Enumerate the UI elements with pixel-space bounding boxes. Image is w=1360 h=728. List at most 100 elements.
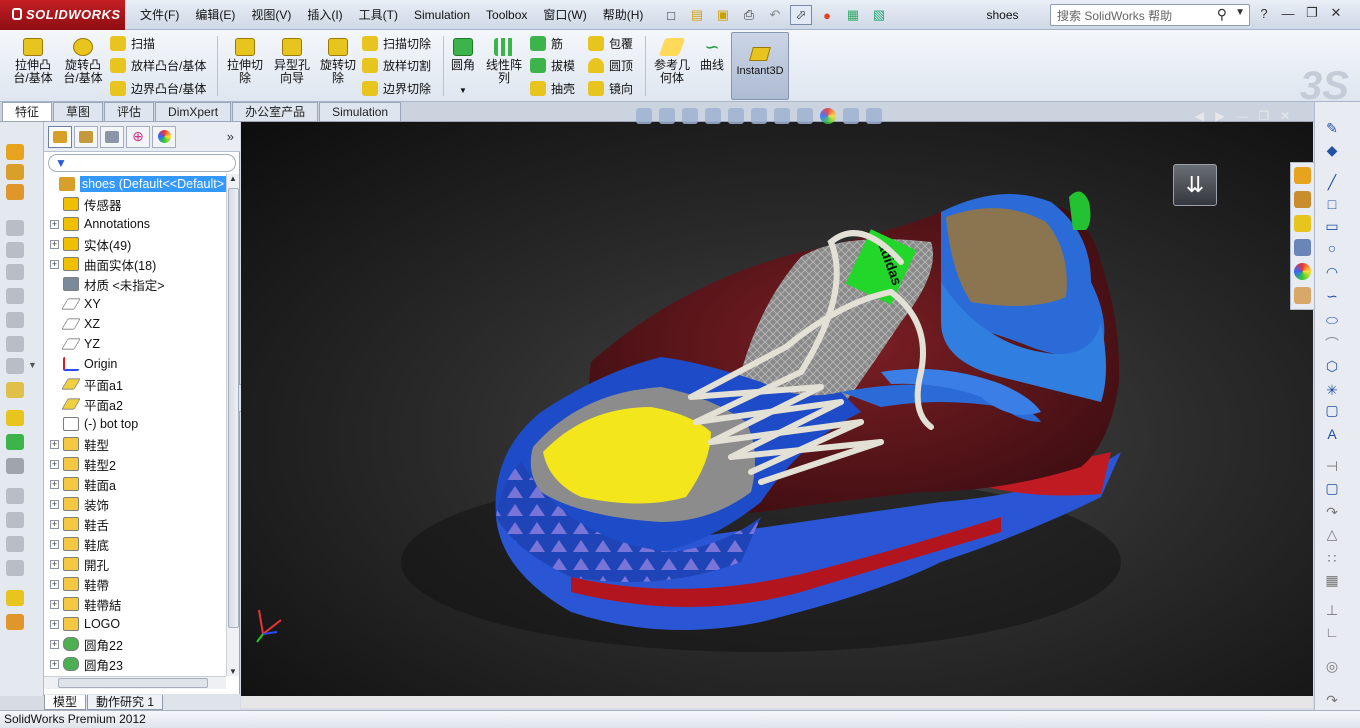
tree-item[interactable]: + 曲面实体(18) (44, 254, 226, 274)
tab-command[interactable]: 办公室产品 (232, 102, 319, 121)
tree-item[interactable]: (-) bot top (44, 414, 226, 434)
fillet-icon[interactable] (6, 288, 24, 304)
search-icon[interactable]: ⚲ (1217, 6, 1227, 23)
undo-icon[interactable]: ↶ (764, 5, 786, 25)
tree-vertical-scrollbar[interactable]: ▲ ▼ (226, 174, 239, 676)
loft-cut-button[interactable]: 放样切割 (362, 55, 431, 75)
tree-item[interactable]: + LOGO (44, 614, 226, 634)
tree-item[interactable]: XY (44, 294, 226, 314)
dome-icon[interactable] (6, 434, 24, 450)
menu-item[interactable]: 窗口(W) (535, 0, 594, 30)
view-palette-icon[interactable] (1294, 239, 1311, 256)
rapid-sketch-icon[interactable]: ↷ (1323, 692, 1341, 709)
viewport-minimize-icon[interactable]: — (1235, 109, 1247, 123)
extrude-boss-button[interactable]: 拉伸凸 台/基体 (8, 34, 58, 85)
tree-item[interactable]: 材质 <未指定> (44, 274, 226, 294)
search-dropdown-icon[interactable]: ▼ (1235, 7, 1245, 18)
select-arrow-icon[interactable]: ⬀ (790, 5, 812, 25)
home-icon[interactable] (1294, 167, 1311, 184)
rib-button[interactable]: 筋 (530, 33, 563, 53)
tree-item[interactable]: YZ (44, 334, 226, 354)
scale-icon[interactable] (6, 488, 24, 504)
extrude-boss-icon[interactable] (6, 144, 24, 160)
expand-plus-icon[interactable]: + (50, 599, 59, 609)
view-settings-icon[interactable] (866, 108, 882, 124)
open-folder-icon[interactable]: ▤ (686, 5, 708, 25)
dynamic-annotation-icon[interactable] (728, 108, 744, 124)
sketch-icon[interactable]: ✎ (1323, 120, 1341, 137)
expand-plus-icon[interactable]: + (50, 659, 59, 669)
reference-geometry-button[interactable]: 参考几 何体 (650, 34, 694, 85)
hole-wizard-button[interactable]: 异型孔 向导 (269, 34, 315, 85)
mirror-icon[interactable] (6, 458, 24, 474)
linear-pattern-sketch-icon[interactable]: ∷ (1323, 550, 1341, 567)
expand-plus-icon[interactable]: + (50, 239, 59, 249)
tree-item[interactable]: + 圆角22 (44, 634, 226, 654)
tree-item[interactable]: + 鞋底 (44, 534, 226, 554)
expand-plus-icon[interactable]: + (50, 559, 59, 569)
tab-command[interactable]: 评估 (104, 102, 155, 121)
tree-item[interactable]: Origin (44, 354, 226, 374)
dimxpert-tab-icon[interactable]: ⊕ (126, 125, 150, 148)
tab-command[interactable]: 草图 (53, 102, 104, 121)
boundary-icon[interactable] (6, 242, 24, 258)
new-document-icon[interactable]: □ (660, 5, 682, 25)
rebuild-traffic-light-icon[interactable]: ● (816, 5, 838, 25)
zoom-area-icon[interactable] (659, 108, 675, 124)
configuration-tab-icon[interactable] (100, 125, 124, 148)
circle-icon[interactable]: ○ (1323, 240, 1341, 257)
restore-icon[interactable]: ❐ (1303, 3, 1321, 23)
offset-entities-icon[interactable]: ↷ (1323, 504, 1341, 521)
zoom-to-fit-icon[interactable] (636, 108, 652, 124)
save-icon[interactable]: ▣ (712, 5, 734, 25)
tab-command[interactable]: 特征 (2, 102, 53, 121)
expand-plus-icon[interactable]: + (50, 459, 59, 469)
appearance-icon[interactable] (820, 108, 836, 124)
tree-item[interactable]: + 鞋舌 (44, 514, 226, 534)
expand-plus-icon[interactable]: + (50, 479, 59, 489)
design-library-icon[interactable] (1294, 191, 1311, 208)
scrollbar-thumb[interactable] (58, 678, 208, 688)
tree-item[interactable]: 传感器 (44, 194, 226, 214)
display-manager-tab-icon[interactable] (152, 125, 176, 148)
dome-button[interactable]: 圆顶 (588, 55, 633, 75)
expand-plus-icon[interactable]: + (50, 219, 59, 229)
property-manager-tab-icon[interactable] (74, 125, 98, 148)
rectangle-icon[interactable]: □ (1323, 196, 1341, 213)
spline-icon[interactable]: ∽ (1323, 288, 1341, 305)
fillet-button[interactable]: 圆角 ▼ (447, 34, 479, 97)
tree-item[interactable]: + 装饰 (44, 494, 226, 514)
tree-item[interactable]: 平面a1 (44, 374, 226, 394)
centerline-icon[interactable]: ▢ (1323, 402, 1341, 419)
menu-item[interactable]: 视图(V) (243, 0, 299, 30)
tree-item[interactable]: + 鞋型 (44, 434, 226, 454)
appearances-icon[interactable] (1294, 263, 1311, 280)
sweep-button[interactable]: 扫描 (110, 33, 155, 53)
linear-pattern-button[interactable]: 线性阵 列 (482, 34, 526, 85)
slot-icon[interactable]: ▭ (1323, 218, 1341, 235)
scene-icon[interactable] (843, 108, 859, 124)
draft-icon[interactable] (6, 382, 24, 398)
close-icon[interactable]: ✕ (1327, 3, 1345, 23)
menu-item[interactable]: Simulation (406, 0, 478, 30)
relations-icon[interactable]: ⊥ (1323, 602, 1341, 619)
view-orientation-icon[interactable] (751, 108, 767, 124)
shell-button[interactable]: 抽壳 (530, 78, 575, 98)
tree-filter-input[interactable]: ▼ (48, 154, 236, 172)
app-logo[interactable]: SOLIDWORKS (0, 0, 125, 30)
revolve-boss-icon[interactable] (6, 164, 24, 180)
tree-item[interactable]: + 鞋面a (44, 474, 226, 494)
boundary-boss-button[interactable]: 边界凸台/基体 (110, 78, 206, 98)
model-tab[interactable]: 模型 (44, 695, 87, 710)
helix-icon[interactable] (6, 614, 24, 630)
sweep-cut-button[interactable]: 扫描切除 (362, 33, 431, 53)
polygon-icon[interactable]: ⬡ (1323, 358, 1341, 375)
tree-item[interactable]: XZ (44, 314, 226, 334)
tab-command[interactable]: Simulation (319, 102, 402, 121)
text-icon[interactable]: A (1323, 426, 1341, 443)
loft-icon[interactable] (6, 220, 24, 236)
menu-item[interactable]: 编辑(E) (187, 0, 243, 30)
viewport-restore-icon[interactable]: ❐ (1258, 109, 1269, 123)
expand-plus-icon[interactable]: + (50, 619, 59, 629)
chevron-down-icon[interactable]: ▼ (447, 84, 479, 97)
